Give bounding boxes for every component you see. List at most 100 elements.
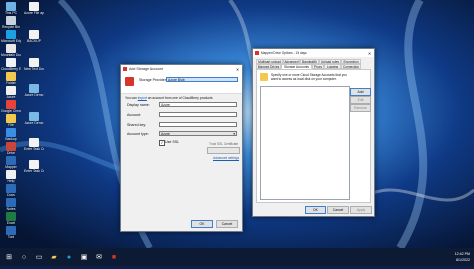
display-name-label: Display name: — [127, 103, 150, 107]
apply-button[interactable]: Apply — [350, 206, 372, 214]
start-button[interactable]: ⊞ — [3, 251, 15, 263]
desktop-icon-label: Enter Task Credentials — [24, 169, 44, 173]
shared-key-field[interactable] — [159, 122, 237, 127]
options-titlebar: Mapped Drive Options - 15 days ✕ — [253, 49, 374, 57]
ok-button[interactable]: OK — [191, 220, 213, 228]
desktop-icon-label: Azure Demo — [24, 121, 44, 125]
store-icon[interactable]: ▣ — [78, 251, 90, 263]
trust-ssl-label: Trust SSL Certificate — [209, 142, 239, 146]
desktop-icon-label: Backup — [5, 137, 17, 141]
storage-accounts-description: Specify one or more Cloud Storage Accoun… — [271, 73, 347, 81]
desktop-icon[interactable]: This PC — [1, 2, 21, 15]
shortcut-icon — [6, 86, 16, 95]
desktop-icon[interactable]: Recycle Bin — [1, 16, 21, 29]
import-text: You can import an account from one of Cl… — [125, 96, 213, 100]
account-type-select[interactable]: Azure ▾ — [159, 131, 237, 136]
search-icon[interactable]: ○ — [18, 251, 30, 263]
desktop-icon[interactable]: Enter Task Credentials — [24, 138, 44, 151]
mapped-drive-options-dialog: Mapped Drive Options - 15 days ✕ Multipa… — [252, 48, 375, 217]
shortcut-icon — [6, 128, 16, 137]
desktop-icon[interactable]: Azure — [1, 86, 21, 99]
trust-ssl-button[interactable] — [207, 147, 240, 154]
desktop-icon-label: Help — [7, 179, 15, 183]
desktop-icon[interactable]: Docs — [1, 184, 21, 197]
storage-provider-label: Storage Provider: — [139, 78, 167, 82]
desktop-icon[interactable]: Google Chrome — [1, 100, 21, 113]
desktop-icon[interactable]: Backup — [1, 128, 21, 141]
ok-button[interactable]: OK — [305, 206, 326, 214]
desktop-icon-label: Azure — [6, 95, 16, 99]
desktop-icon-label: Tool — [7, 235, 15, 239]
task-view-icon[interactable]: ▭ — [33, 251, 45, 263]
file-explorer-icon[interactable]: ▰ — [48, 251, 60, 263]
desktop-icon-label: Excel — [6, 221, 16, 225]
shortcut-icon — [29, 138, 39, 147]
account-type-label: Account type: — [127, 132, 149, 136]
desktop-icon[interactable]: Enter Task Credentials — [24, 160, 44, 173]
cloudberry-taskbar-icon[interactable]: ■ — [108, 251, 120, 263]
dialog-titlebar: Add Storage Account ✕ — [121, 65, 242, 73]
shortcut-icon — [6, 16, 16, 25]
close-icon[interactable]: ✕ — [365, 51, 374, 56]
remove-account-button[interactable]: Remove — [350, 104, 371, 112]
cancel-button[interactable]: Cancel — [216, 220, 238, 228]
desktop-icon[interactable]: Microsoft Edge — [1, 30, 21, 43]
account-label: Account: — [127, 113, 141, 117]
desktop-icon[interactable]: Folder — [1, 72, 21, 85]
desktop-icon-label: Google Chrome — [1, 109, 21, 113]
app-icon — [255, 51, 259, 55]
storage-accounts-list[interactable] — [260, 86, 350, 200]
account-field[interactable] — [159, 112, 237, 117]
desktop-icon-label: Mapper — [5, 165, 17, 169]
shortcut-icon — [29, 2, 39, 11]
desktop-icon-label: Mountain Duck — [1, 53, 21, 57]
desktop-icon-label: New Text Document — [24, 67, 44, 71]
shortcut-icon — [29, 160, 39, 169]
display-name-field[interactable]: Azure — [159, 102, 237, 107]
desktop-icon[interactable]: Azure Demo — [24, 84, 44, 97]
clock-date: 8/1/2022 — [456, 258, 470, 262]
edit-account-button[interactable]: Edit — [350, 96, 371, 104]
advanced-settings-link[interactable]: Advanced settings — [213, 156, 239, 160]
desktop-icon-label: Recycle Bin — [2, 25, 20, 29]
desktop-icon-label: Drive — [7, 151, 15, 155]
desktop-icon[interactable]: Tool — [1, 226, 21, 239]
storage-provider-select[interactable]: Azure Blob — [166, 77, 238, 82]
desktop-icon[interactable]: New Text Document — [24, 58, 44, 71]
desktop-icon[interactable]: Notes — [1, 198, 21, 211]
mail-icon[interactable]: ✉ — [93, 251, 105, 263]
shortcut-icon — [29, 30, 39, 39]
desktop-icon[interactable]: BACKUP — [24, 30, 44, 43]
desktop-icon[interactable]: Excel — [1, 212, 21, 225]
add-account-button[interactable]: Add — [350, 88, 371, 96]
import-link[interactable]: import — [138, 96, 147, 100]
desktop-icon[interactable]: Azure Demo — [24, 112, 44, 125]
use-ssl-label: Use SSL — [165, 140, 180, 144]
cancel-button[interactable]: Cancel — [327, 206, 349, 214]
desktop-icon[interactable]: Help — [1, 170, 21, 183]
desktop-icon-label: Microsoft Edge — [1, 39, 21, 43]
desktop-icon[interactable]: Azure File ap — [24, 2, 44, 15]
close-icon[interactable]: ✕ — [233, 67, 242, 72]
shortcut-icon — [6, 114, 16, 123]
shortcut-icon — [6, 142, 16, 151]
shortcut-icon — [6, 72, 16, 81]
desktop-icon-label: BACKUP — [27, 39, 41, 43]
desktop-icon-label: Enter Task Credentials — [24, 147, 44, 151]
storage-accounts-panel: Specify one or more Cloud Storage Accoun… — [256, 69, 371, 203]
shortcut-icon — [29, 112, 39, 121]
desktop-icon-label: This PC — [4, 11, 18, 15]
shortcut-icon — [6, 2, 16, 11]
edge-icon[interactable]: ● — [63, 251, 75, 263]
desktop-icon[interactable]: Mapper — [1, 156, 21, 169]
desktop-icon[interactable]: Drive — [1, 142, 21, 155]
shortcut-icon — [6, 44, 16, 53]
desktop-icon-label: Notes — [6, 207, 16, 211]
desktop-icon[interactable]: File — [1, 114, 21, 127]
shortcut-icon — [6, 226, 16, 235]
shortcut-icon — [29, 58, 39, 67]
desktop-icon[interactable]: CloudBerry Explorer — [1, 58, 21, 71]
shortcut-icon — [29, 84, 39, 93]
storage-provider-value: Azure Blob — [168, 78, 185, 82]
desktop-icon[interactable]: Mountain Duck — [1, 44, 21, 57]
